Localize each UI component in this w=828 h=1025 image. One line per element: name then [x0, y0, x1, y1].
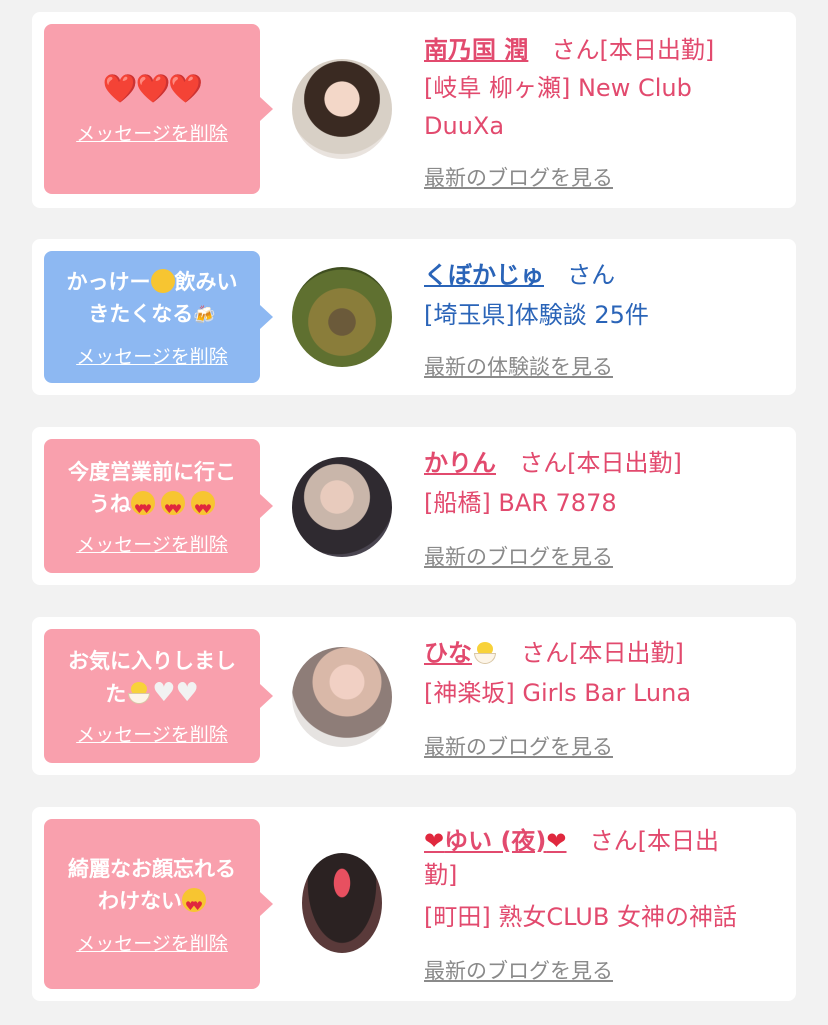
avatar[interactable] [302, 853, 382, 953]
avatar[interactable] [292, 647, 392, 747]
laughing-face-icon [150, 268, 175, 293]
message-bubble: 今度営業前に行こ うね メッセージを削除 [44, 439, 273, 573]
message-text: かっけー 飲みい きたくなる🍻 [66, 268, 238, 326]
profile-info: ❤ゆい (夜)❤ さん[本日出 勤] [町田] 熟女CLUB 女神の神話 [424, 821, 776, 936]
heart-eyes-icon [182, 887, 206, 922]
heart-eyes-icon [131, 490, 155, 525]
delete-message-link[interactable]: メッセージを削除 [76, 720, 228, 747]
message-text: ❤️❤️❤️ [102, 72, 204, 105]
honorific-status: さん [567, 261, 616, 289]
latest-reviews-link[interactable]: 最新の体験談を見る [424, 351, 613, 381]
profile-info: かりん さん[本日出勤] [船橋] BAR 7878 [424, 443, 776, 522]
message-text: 今度営業前に行こ うね [68, 456, 236, 525]
message-card: かっけー 飲みい きたくなる🍻 メッセージを削除 くぼかじゅ さん [埼玉県]体験… [32, 239, 796, 395]
cast-name-link[interactable]: かりん [424, 449, 496, 477]
message-text: 綺麗なお顔忘れる わけない [68, 853, 236, 922]
shop-info[interactable]: [岐阜 柳ヶ瀬] New Club [424, 69, 776, 107]
message-card: 今度営業前に行こ うね メッセージを削除 かりん さん[本日出勤] [船橋] B… [32, 427, 796, 585]
cast-name-link[interactable]: ひな [424, 639, 498, 667]
honorific-status: さん[本日出勤] [519, 449, 682, 477]
heart-eyes-icon [191, 490, 215, 525]
honorific-status: さん[本日出 [589, 827, 719, 855]
avatar[interactable] [292, 457, 392, 557]
heart-eyes-icon [161, 490, 185, 525]
hatching-chick-icon [472, 642, 498, 664]
avatar[interactable] [292, 59, 392, 159]
avatar[interactable] [292, 267, 392, 367]
honorific-status: さん[本日出勤] [551, 36, 715, 64]
shop-info[interactable]: [埼玉県]体験談 25件 [424, 296, 776, 334]
message-card: 綺麗なお顔忘れる わけない メッセージを削除 ❤ゆい (夜)❤ さん[本日出 勤… [32, 807, 796, 1001]
shop-info-cont[interactable]: DuuXa [424, 107, 776, 145]
delete-message-link[interactable]: メッセージを削除 [76, 530, 228, 557]
shop-info[interactable]: [船橋] BAR 7878 [424, 484, 776, 522]
profile-info: くぼかじゅ さん [埼玉県]体験談 25件 [424, 255, 776, 334]
red-heart-icon: ❤ [424, 827, 445, 855]
shop-info[interactable]: [神楽坂] Girls Bar Luna [424, 674, 776, 712]
white-heart-icon: ♥ [175, 678, 199, 708]
latest-blog-link[interactable]: 最新のブログを見る [424, 162, 613, 192]
honorific-status: さん[本日出勤] [521, 639, 684, 667]
white-heart-icon: ♥ [152, 678, 176, 708]
cast-name-link[interactable]: 南乃国 潤 [424, 36, 528, 64]
delete-message-link[interactable]: メッセージを削除 [76, 119, 228, 146]
cast-name-link[interactable]: ❤ゆい (夜)❤ [424, 827, 567, 855]
delete-message-link[interactable]: メッセージを削除 [76, 929, 228, 956]
message-card: ❤️❤️❤️ メッセージを削除 南乃国 潤 さん[本日出勤] [岐阜 柳ヶ瀬] … [32, 12, 796, 208]
message-bubble: ❤️❤️❤️ メッセージを削除 [44, 24, 273, 194]
message-bubble: 綺麗なお顔忘れる わけない メッセージを削除 [44, 819, 273, 989]
profile-info: ひな さん[本日出勤] [神楽坂] Girls Bar Luna [424, 633, 776, 712]
beer-mugs-icon: 🍻 [193, 304, 216, 326]
latest-blog-link[interactable]: 最新のブログを見る [424, 541, 613, 571]
message-text: お気に入りしまし た ♥♥ [68, 649, 236, 708]
hatching-chick-icon [126, 682, 152, 704]
latest-blog-link[interactable]: 最新のブログを見る [424, 731, 613, 761]
latest-blog-link[interactable]: 最新のブログを見る [424, 955, 613, 985]
delete-message-link[interactable]: メッセージを削除 [76, 342, 228, 369]
shop-info[interactable]: [町田] 熟女CLUB 女神の神話 [424, 898, 776, 936]
red-heart-icon: ❤ [546, 827, 567, 855]
message-card: お気に入りしまし た ♥♥ メッセージを削除 ひな さん[本日出勤] [神楽坂] … [32, 617, 796, 775]
honorific-status-cont: 勤] [424, 861, 458, 889]
cast-name-link[interactable]: くぼかじゅ [424, 261, 544, 289]
message-bubble: お気に入りしまし た ♥♥ メッセージを削除 [44, 629, 273, 763]
message-bubble: かっけー 飲みい きたくなる🍻 メッセージを削除 [44, 251, 273, 383]
profile-info: 南乃国 潤 さん[本日出勤] [岐阜 柳ヶ瀬] New Club DuuXa [424, 30, 776, 145]
